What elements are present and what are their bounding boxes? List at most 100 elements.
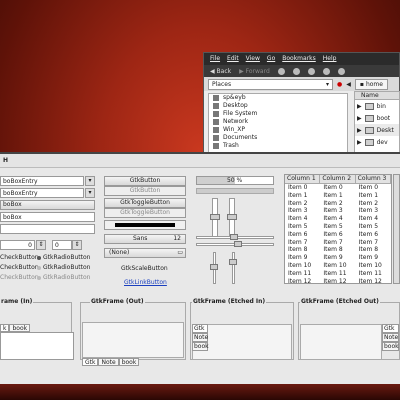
table-cell: Item 11 <box>358 269 382 277</box>
expander-icon[interactable]: ▶ <box>357 103 362 110</box>
table-cell: Item 11 <box>323 269 347 277</box>
sidebar-item-desktop[interactable]: Desktop <box>209 102 347 110</box>
expander-icon[interactable]: ▶ <box>357 115 362 122</box>
sidebar-item-trash[interactable]: Trash <box>209 142 347 150</box>
menu-go[interactable]: Go <box>267 55 275 63</box>
close-pane-icon[interactable]: ● <box>337 81 342 88</box>
menu-help[interactable]: Help <box>323 55 337 63</box>
table-row[interactable]: Item 7 Item 7 Item 7 <box>285 239 391 247</box>
column-header-3[interactable]: Column 3 <box>356 175 391 183</box>
spin-arrows-icon[interactable]: ⇕ <box>36 240 46 250</box>
menu-file[interactable]: File <box>210 55 220 63</box>
expander-icon[interactable]: ▶ <box>357 139 362 146</box>
column-header-2[interactable]: Column 2 <box>320 175 356 183</box>
forward-button[interactable]: ▶ Forward <box>239 68 270 75</box>
table-row[interactable]: Item 3 Item 3 Item 3 <box>285 207 391 215</box>
back-arrow-icon[interactable]: ◀ <box>346 81 351 88</box>
sidebar-item-documents[interactable]: Documents <box>209 134 347 142</box>
sidebar-item-network[interactable]: Network <box>209 118 347 126</box>
check-button-1[interactable]: CheckButton <box>0 254 39 261</box>
check-button-2[interactable]: CheckButton <box>0 264 39 271</box>
tab-book[interactable]: book <box>118 358 140 366</box>
table-row[interactable]: Item 12 Item 12 Item 12 <box>285 278 391 286</box>
combo-box-1[interactable]: boBox <box>0 200 95 210</box>
chevron-down-icon[interactable]: ▾ <box>85 176 95 186</box>
combo-box-label: boBox <box>3 201 22 208</box>
table-row[interactable]: Item 9 Item 9 Item 9 <box>285 254 391 262</box>
sidebar-item-win-xp[interactable]: Win_XP <box>209 126 347 134</box>
tab-gtk[interactable]: Gtk <box>192 324 208 333</box>
table-cell: Item 12 <box>288 277 312 285</box>
table-row[interactable]: Item 0 Item 0 Item 0 <box>285 184 391 192</box>
toggle-button[interactable]: GtkToggleButton <box>104 198 186 208</box>
home-path-button[interactable]: ▪ home <box>354 78 388 90</box>
spin-button-1[interactable]: 0 <box>0 240 35 250</box>
vertical-scrollbar[interactable] <box>393 174 400 284</box>
menu-bookmarks[interactable]: Bookmarks <box>282 55 316 63</box>
table-row[interactable]: Item 11 Item 11 Item 11 <box>285 270 391 278</box>
color-button[interactable] <box>104 220 186 230</box>
menu-edit[interactable]: Edit <box>227 55 239 63</box>
expander-icon[interactable]: ▶ <box>357 127 362 134</box>
column-header-1[interactable]: Column 1 <box>285 175 321 183</box>
table-cell: Item 6 <box>358 230 379 238</box>
scale-handle[interactable] <box>234 241 242 247</box>
link-button[interactable]: GtkLinkButton <box>124 279 167 286</box>
font-button[interactable]: Sans 12 <box>104 234 186 244</box>
menu-view[interactable]: View <box>246 55 260 63</box>
places-selector[interactable]: Places ▾ <box>208 78 333 90</box>
table-row[interactable]: Item 5 Item 5 Item 5 <box>285 223 391 231</box>
table-cell: Item 4 <box>323 215 343 223</box>
file-chooser-button[interactable]: (None) ▭ <box>104 248 186 258</box>
computer-icon[interactable] <box>337 67 345 75</box>
list-item[interactable]: ▶ dev <box>355 136 399 148</box>
stop-icon[interactable] <box>292 67 300 75</box>
sidebar-item-file-system[interactable]: File System <box>209 110 347 118</box>
reload-icon[interactable] <box>307 67 315 75</box>
list-item[interactable]: ▶ Deskt <box>355 124 399 136</box>
radio-button-3[interactable]: GtkRadioButton <box>37 274 90 281</box>
tab-gtk[interactable]: Gtk <box>382 324 399 333</box>
home-icon[interactable] <box>322 67 330 75</box>
tab-book[interactable]: book <box>9 324 31 332</box>
table-row[interactable]: Item 6 Item 6 Item 6 <box>285 231 391 239</box>
name-column-header[interactable]: Name <box>355 92 399 100</box>
scale-handle[interactable] <box>210 264 218 270</box>
table-row[interactable]: Item 10 Item 10 Item 10 <box>285 262 391 270</box>
sidebar-item-home[interactable]: sp&eyb <box>209 94 347 102</box>
text-entry[interactable] <box>0 224 95 234</box>
spin-arrows-icon[interactable]: ⇕ <box>72 240 82 250</box>
check-button-3[interactable]: CheckButton <box>0 274 39 281</box>
slider-handle[interactable] <box>227 214 237 220</box>
spin-button-2[interactable]: 0 <box>52 240 72 250</box>
table-cell: Item 11 <box>288 269 312 277</box>
combo-entry-1[interactable]: boBoxEntry <box>0 176 84 186</box>
combo-box-2[interactable]: boBox <box>0 212 95 222</box>
tab-note[interactable]: Note <box>382 333 399 342</box>
table-row[interactable]: Item 2 Item 2 Item 2 <box>285 200 391 208</box>
tab-k[interactable]: k <box>0 324 10 332</box>
scale-handle[interactable] <box>229 259 237 265</box>
table-cell: Item 0 <box>288 184 308 191</box>
chevron-down-icon[interactable]: ▾ <box>85 188 95 198</box>
gtk-button[interactable]: GtkButton <box>104 176 186 186</box>
tab-gtk[interactable]: Gtk <box>82 358 99 366</box>
tab-note[interactable]: Note <box>98 358 119 366</box>
radio-button-2[interactable]: GtkRadioButton <box>37 264 90 271</box>
scale-button[interactable]: GtkScaleButton <box>121 265 168 272</box>
table-row[interactable]: Item 8 Item 8 Item 8 <box>285 246 391 254</box>
tab-note[interactable]: Note <box>192 333 208 342</box>
up-icon[interactable] <box>277 67 285 75</box>
list-item[interactable]: ▶ bin <box>355 100 399 112</box>
list-item[interactable]: ▶ boot <box>355 112 399 124</box>
tab-book[interactable]: book <box>192 342 209 351</box>
slider-handle[interactable] <box>210 214 220 220</box>
table-row[interactable]: Item 4 Item 4 Item 4 <box>285 215 391 223</box>
radio-button-1[interactable]: GtkRadioButton <box>37 254 90 261</box>
combo-entry-2[interactable]: boBoxEntry <box>0 188 84 198</box>
table-row[interactable]: Item 1 Item 1 Item 1 <box>285 192 391 200</box>
vertical-scale-2[interactable] <box>232 252 235 284</box>
scale-handle[interactable] <box>230 234 238 240</box>
tab-book[interactable]: book <box>382 342 399 351</box>
back-button[interactable]: ◀ Back <box>210 68 231 75</box>
